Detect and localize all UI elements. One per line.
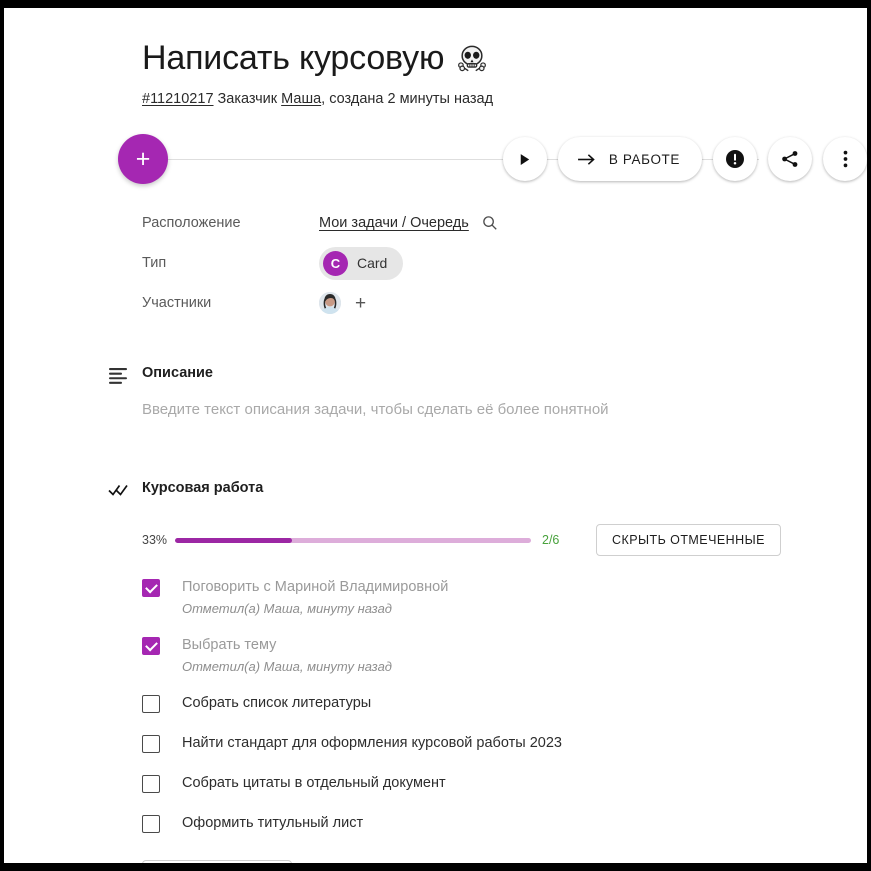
add-item-button[interactable]: ДОБАВИТЬ ПУНКТ [142,860,293,863]
checklist-item-label[interactable]: Найти стандарт для оформления курсовой р… [182,732,562,754]
description-title: Описание [142,365,213,381]
checklist-progress: 33% 2/6 СКРЫТЬ ОТМЕЧЕННЫЕ [142,524,867,556]
task-meta: #11210217 Заказчик Маша, создана 2 минут… [142,89,867,109]
page-title: Написать курсовую [142,36,867,80]
checklist-item-checkbox[interactable] [142,735,160,753]
checklist-item: Собрать список литературы [142,692,867,728]
checklist-item-checkbox[interactable] [142,815,160,833]
skull-icon [457,44,487,74]
checklist-item-label[interactable]: Поговорить с Мариной Владимировной [182,576,448,598]
search-icon[interactable] [482,215,498,231]
progress-percent: 33% [142,533,168,547]
checklist-item: Поговорить с Мариной Владимировной Отмети… [142,576,867,630]
checklist-item-meta: Отметил(а) Маша, минуту назад [182,601,392,616]
priority-button[interactable] [713,137,757,181]
arrow-right-icon [577,152,596,167]
progress-bar [175,537,531,543]
double-check-icon [108,482,130,500]
property-label: Участники [142,295,212,311]
checklist-item-body: Собрать цитаты в отдельный документ [182,772,446,808]
type-badge: C [323,250,348,276]
exclamation-icon [725,149,745,169]
task-title-text: Написать курсовую [142,39,445,77]
checklist-item-body: Поговорить с Мариной Владимировной Отмети… [182,576,448,630]
action-toolbar: + В РАБОТЕ [4,128,867,190]
progress-bar-fill [175,537,293,543]
property-type: Тип C Card [142,243,867,283]
add-participant-button[interactable]: + [355,294,366,313]
task-id-link[interactable]: #11210217 [142,91,214,107]
property-label: Тип [142,255,167,271]
checklist-items: Поговорить с Мариной Владимировной Отмети… [142,576,867,848]
property-label: Расположение [142,215,241,231]
checklist-item: Оформить титульный лист [142,812,867,848]
progress-ratio: 2/6 [542,533,560,547]
type-chip[interactable]: C Card [319,246,404,280]
checklist-item-label[interactable]: Собрать цитаты в отдельный документ [182,772,446,794]
location-link[interactable]: Мои задачи / Очередь [319,215,469,231]
checklist-item: Собрать цитаты в отдельный документ [142,772,867,808]
property-participants: Участники + [142,283,867,323]
more-vertical-icon [843,150,848,168]
checklist-item-body: Собрать список литературы [182,692,371,728]
checklist-item-body: Оформить титульный лист [182,812,363,848]
checklist-item-checkbox[interactable] [142,695,160,713]
created-time: , создана 2 минуты назад [321,91,494,107]
add-button[interactable]: + [118,134,168,184]
type-label: Card [357,255,388,271]
description-section: Описание Введите текст описания задачи, … [4,365,867,418]
properties-list: Расположение Мои задачи / Очередь Тип C … [4,190,867,323]
hide-checked-button[interactable]: СКРЫТЬ ОТМЕЧЕННЫЕ [596,524,781,556]
description-icon [108,367,130,385]
task-detail-page: Написать курсовую #11210217 Заказчик Маш… [4,8,867,863]
customer-prefix: Заказчик [217,91,278,107]
share-icon [781,150,799,168]
checklist-item-label[interactable]: Собрать список литературы [182,692,371,714]
status-label: В РАБОТЕ [608,151,680,167]
property-location: Расположение Мои задачи / Очередь [142,203,867,243]
avatar[interactable] [319,292,341,314]
start-timer-button[interactable] [502,137,547,181]
description-placeholder[interactable]: Введите текст описания задачи, чтобы сде… [142,401,867,418]
checklist-item-label[interactable]: Оформить титульный лист [182,812,363,834]
checklist-item: Найти стандарт для оформления курсовой р… [142,732,867,768]
play-icon [517,152,532,167]
share-button[interactable] [768,137,812,181]
checklist-item-body: Найти стандарт для оформления курсовой р… [182,732,562,768]
checklist-item-meta: Отметил(а) Маша, минуту назад [182,659,392,674]
checklist-item-label[interactable]: Выбрать тему [182,634,392,656]
more-options-button[interactable] [823,137,867,181]
checklist-item: Выбрать тему Отметил(а) Маша, минуту наза… [142,634,867,688]
customer-link[interactable]: Маша [281,91,321,107]
status-button[interactable]: В РАБОТЕ [557,137,702,181]
checklist-section: Курсовая работа 33% 2/6 СКРЫТЬ ОТМЕЧЕННЫ… [4,480,867,863]
checklist-item-checkbox[interactable] [142,579,160,597]
checklist-item-body: Выбрать тему Отметил(а) Маша, минуту наза… [182,634,392,688]
checklist-item-checkbox[interactable] [142,775,160,793]
checklist-title: Курсовая работа [142,480,264,496]
checklist-item-checkbox[interactable] [142,637,160,655]
task-header: Написать курсовую #11210217 Заказчик Маш… [4,8,867,109]
